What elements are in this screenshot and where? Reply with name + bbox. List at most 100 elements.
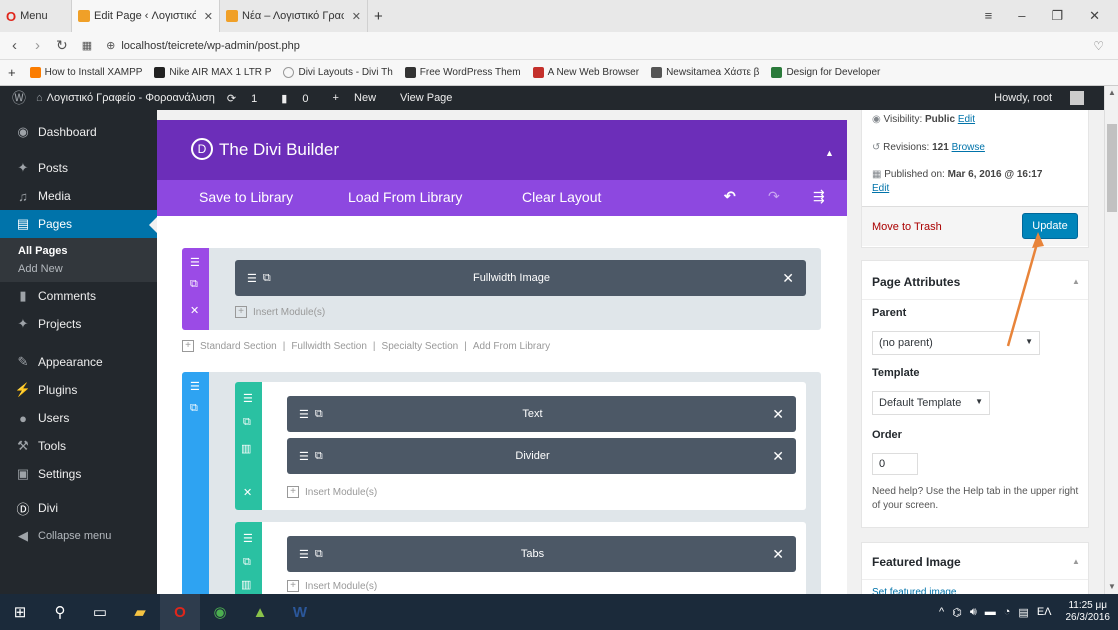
opera-icon[interactable]: O xyxy=(160,594,200,630)
section-handle[interactable]: ☰ ⧉ xyxy=(182,372,209,594)
drag-icon[interactable]: ☰ xyxy=(299,408,309,421)
published-edit-link[interactable]: Edit xyxy=(872,183,889,194)
settings-icon[interactable]: ⧉ xyxy=(315,548,323,561)
start-windows-icon[interactable]: ⊞ xyxy=(0,594,40,630)
sidebar-item-pages[interactable]: ▤ Pages xyxy=(0,210,157,238)
sidebar-item-users[interactable]: ● Users xyxy=(0,404,157,432)
delete-icon[interactable]: ✕ xyxy=(190,304,199,317)
drag-icon[interactable]: ☰ xyxy=(299,548,309,561)
sidebar-item-posts[interactable]: ✦ Posts xyxy=(0,154,157,182)
back-icon[interactable]: ‹ xyxy=(12,37,17,54)
insert-module-button[interactable]: + Insert Module(s) xyxy=(287,580,377,592)
fullwidth-section[interactable]: ☰ ⧉ ✕ ☰ ⧉ Fullwidth Image ✕ + Insert Modu… xyxy=(182,248,821,330)
delete-icon[interactable]: ✕ xyxy=(782,270,794,287)
insert-module-button[interactable]: + Insert Module(s) xyxy=(287,486,377,498)
settings-icon[interactable]: ⧉ xyxy=(263,272,271,285)
bookmark-item[interactable]: A New Web Browser xyxy=(532,67,639,78)
toggle-box-icon[interactable]: ▲ xyxy=(1072,557,1080,566)
view-page-link[interactable]: View Page xyxy=(400,92,452,104)
bookmark-item[interactable]: Divi Layouts - Divi Th xyxy=(283,67,393,78)
template-select[interactable]: Default Template ▼ xyxy=(872,391,990,415)
sidebar-item-tools[interactable]: ⚒ Tools xyxy=(0,432,157,460)
settings-icon[interactable]: ⧉ xyxy=(190,402,198,415)
bookmark-item[interactable]: Free WordPress Them xyxy=(404,67,521,78)
sidebar-item-projects[interactable]: ✦ Projects xyxy=(0,310,157,338)
scroll-down-icon[interactable]: ▼ xyxy=(1108,582,1116,591)
network-icon[interactable]: ⌬ xyxy=(952,606,962,619)
site-name-link[interactable]: Λογιστικό Γραφείο - Φοροανάλυση xyxy=(47,92,215,104)
browser-menu-button[interactable]: O Menu xyxy=(0,0,72,32)
add-bookmark-icon[interactable]: + xyxy=(8,65,16,80)
url-field[interactable]: localhost/teicrete/wp-admin/post.php xyxy=(121,40,300,52)
submenu-all-pages[interactable]: All Pages xyxy=(0,242,157,260)
settings-icon[interactable]: ⧉ xyxy=(315,450,323,463)
columns-icon[interactable]: ▥ xyxy=(241,442,251,455)
howdy-account[interactable]: Howdy, root xyxy=(994,91,1096,105)
scrollbar-thumb[interactable] xyxy=(1107,124,1117,212)
forward-icon[interactable]: › xyxy=(35,37,40,54)
delete-icon[interactable]: ✕ xyxy=(243,486,252,499)
delete-icon[interactable]: ✕ xyxy=(772,406,784,423)
clear-layout-button[interactable]: Clear Layout xyxy=(522,189,601,205)
submenu-add-new[interactable]: Add New xyxy=(0,260,157,278)
sidebar-item-divi[interactable]: Ⓓ Divi xyxy=(0,494,157,522)
undo-icon[interactable]: ↶ xyxy=(724,188,736,205)
visibility-edit-link[interactable]: Edit xyxy=(958,114,975,125)
page-scrollbar[interactable]: ▲ ▼ xyxy=(1104,86,1118,594)
bookmark-item[interactable]: Newsitamea Χάστε β xyxy=(651,67,759,78)
section-handle[interactable]: ☰ ⧉ ✕ xyxy=(182,248,209,330)
chrome-icon[interactable]: ◉ xyxy=(200,594,240,630)
settings-icon[interactable]: ⧉ xyxy=(315,408,323,421)
specialty-section-link[interactable]: Specialty Section xyxy=(382,341,459,352)
bookmark-item[interactable]: How to Install XAMPP xyxy=(29,67,142,78)
move-to-trash-link[interactable]: Move to Trash xyxy=(872,221,942,233)
insert-module-button[interactable]: + Insert Module(s) xyxy=(235,306,325,318)
save-to-library-button[interactable]: Save to Library xyxy=(199,189,293,205)
row-handle[interactable]: ☰ ⧉ ▥ ✕ xyxy=(235,382,262,510)
drag-icon[interactable]: ☰ xyxy=(247,272,257,285)
comments-link[interactable]: ▮ 0 xyxy=(281,92,320,105)
sidebar-item-appearance[interactable]: ✎ Appearance xyxy=(0,348,157,376)
minimize-icon[interactable]: – xyxy=(1018,8,1025,24)
redo-icon[interactable]: ↷ xyxy=(768,188,780,205)
standard-section-link[interactable]: Standard Section xyxy=(200,341,277,352)
reload-icon[interactable]: ↻ xyxy=(56,37,68,54)
browse-revisions-link[interactable]: Browse xyxy=(952,142,985,153)
sidebar-item-media[interactable]: ♫ Media xyxy=(0,182,157,210)
add-from-library-link[interactable]: Add From Library xyxy=(473,341,550,352)
fullwidth-section-link[interactable]: Fullwidth Section xyxy=(291,341,367,352)
collapse-menu[interactable]: ◀ Collapse menu xyxy=(0,522,157,550)
clock[interactable]: 11:25 μμ 26/3/2016 xyxy=(1066,600,1111,624)
toggle-box-icon[interactable]: ▲ xyxy=(1072,277,1080,286)
close-tab-icon[interactable]: ✕ xyxy=(352,10,361,23)
bookmark-item[interactable]: Nike AIR MAX 1 LTR P xyxy=(154,67,271,78)
drag-icon[interactable]: ☰ xyxy=(243,392,253,405)
settings-icon[interactable]: ⧉ xyxy=(190,278,198,291)
sidebar-item-dashboard[interactable]: ◉ Dashboard xyxy=(0,118,157,146)
tab-edit-page[interactable]: Edit Page ‹ Λογιστικό Γρα… ✕ xyxy=(72,0,220,32)
delete-icon[interactable]: ✕ xyxy=(772,448,784,465)
scroll-up-icon[interactable]: ▲ xyxy=(1108,88,1116,97)
speed-dial-icon[interactable]: ▦ xyxy=(82,39,92,52)
drag-icon[interactable]: ☰ xyxy=(299,450,309,463)
tab-news[interactable]: Νέα – Λογιστικό Γραφείο ✕ xyxy=(220,0,368,32)
close-tab-icon[interactable]: ✕ xyxy=(204,10,213,23)
tab-menu-icon[interactable]: ≡ xyxy=(985,8,993,24)
module-text[interactable]: ☰ ⧉ Text ✕ xyxy=(287,396,796,432)
language-indicator[interactable]: ΕΛ xyxy=(1037,606,1052,618)
order-input[interactable]: 0 xyxy=(872,453,918,475)
row-handle[interactable]: ☰ ⧉ ▥ xyxy=(235,522,262,594)
settings-icon[interactable]: ⧉ xyxy=(243,416,251,429)
task-view-icon[interactable]: ▭ xyxy=(80,594,120,630)
columns-icon[interactable]: ▥ xyxy=(241,578,251,591)
collapse-builder-icon[interactable]: ▲ xyxy=(825,148,834,158)
notifications-icon[interactable]: ▤ xyxy=(1018,606,1028,619)
sidebar-item-plugins[interactable]: ⚡ Plugins xyxy=(0,376,157,404)
search-icon[interactable]: ⚲ xyxy=(40,594,80,630)
drag-icon[interactable]: ☰ xyxy=(190,256,200,269)
load-from-library-button[interactable]: Load From Library xyxy=(348,189,462,205)
history-icon[interactable]: ⇶ xyxy=(813,188,825,205)
bookmark-heart-icon[interactable]: ♡ xyxy=(1093,39,1104,53)
row[interactable]: ☰ ⧉ ▥ ☰ ⧉ Tabs ✕ + Insert Module(s) xyxy=(235,522,806,594)
module-fullwidth-image[interactable]: ☰ ⧉ Fullwidth Image ✕ xyxy=(235,260,806,296)
